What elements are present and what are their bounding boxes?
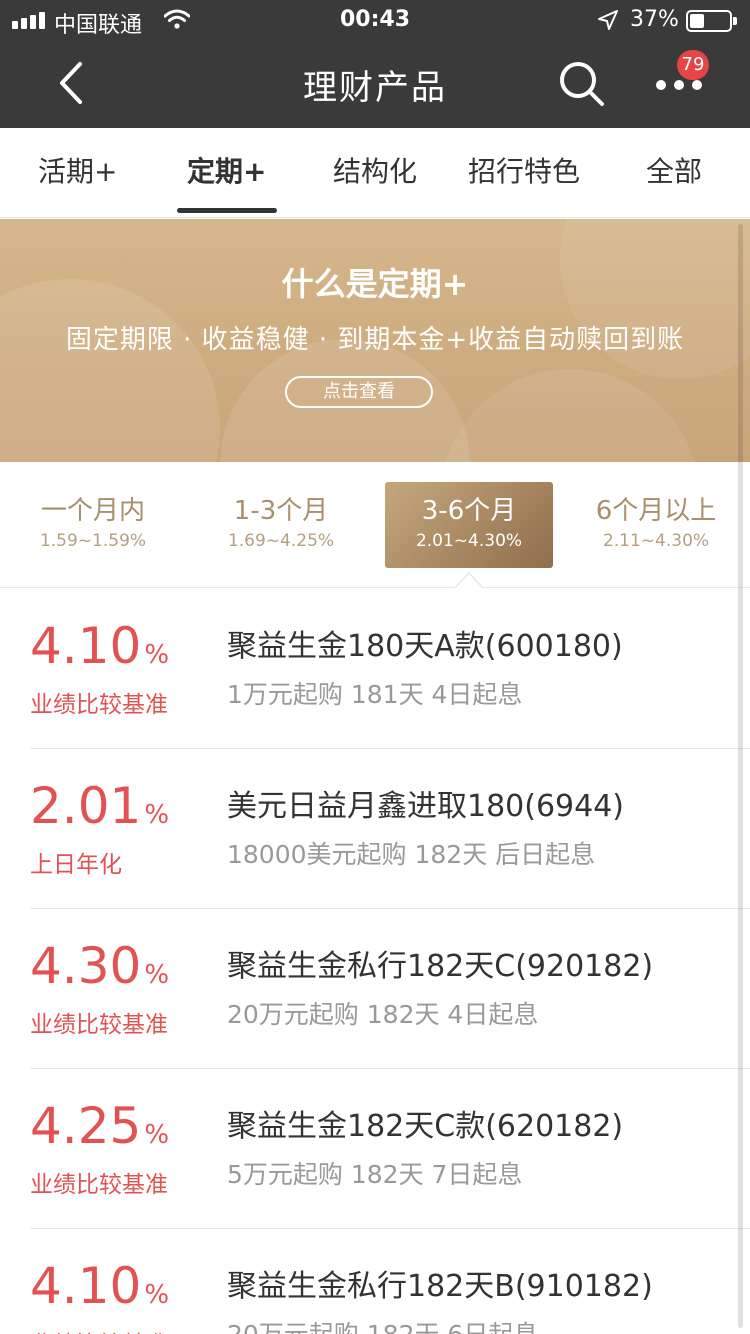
- term-filter: 一个月内 1.59~1.59% 1-3个月 1.69~4.25% 3-6个月 2…: [0, 462, 750, 588]
- battery-icon: [686, 10, 737, 32]
- tab-huoqi[interactable]: 活期+: [38, 150, 117, 190]
- list-item[interactable]: 4.10% 业绩比较基准 聚益生金私行182天B(910182) 20万元起购 …: [0, 1229, 750, 1334]
- rate-label: 业绩比较基准: [30, 1325, 168, 1334]
- product-meta: 20万元起购 182天 4日起息: [227, 1000, 539, 1029]
- product-name: 聚益生金182天C款(620182): [227, 1109, 624, 1144]
- term-option-1-3-months[interactable]: 1-3个月 1.69~4.25%: [197, 482, 365, 568]
- scrollbar[interactable]: [738, 224, 743, 1328]
- category-tabs: 活期+ 定期+ 结构化 招行特色 全部: [0, 128, 750, 218]
- rate-label: 业绩比较基准: [30, 1012, 168, 1038]
- list-item[interactable]: 2.01% 上日年化 美元日益月鑫进取180(6944) 18000美元起购 1…: [0, 749, 750, 909]
- rate-label: 业绩比较基准: [30, 1172, 168, 1198]
- term-option-3-6-months[interactable]: 3-6个月 2.01~4.30%: [385, 482, 553, 568]
- tab-dingqi[interactable]: 定期+: [187, 150, 266, 190]
- term-option-within-1-month[interactable]: 一个月内 1.59~1.59%: [9, 482, 177, 568]
- battery-percent: 37%: [630, 7, 679, 32]
- term-rate-range: 1.69~4.25%: [227, 531, 335, 551]
- status-bar: 中国联通 00:43 37%: [0, 0, 750, 40]
- yield-rate: 4.25%: [30, 1097, 170, 1155]
- term-option-over-6-months[interactable]: 6个月以上 2.11~4.30%: [572, 482, 740, 568]
- list-item[interactable]: 4.25% 业绩比较基准 聚益生金182天C款(620182) 5万元起购 18…: [0, 1069, 750, 1229]
- tab-cmb-featured[interactable]: 招行特色: [468, 150, 580, 190]
- banner-title: 什么是定期+: [281, 265, 469, 303]
- promo-banner[interactable]: 什么是定期+ 固定期限 · 收益稳健 · 到期本金+收益自动赎回到账 点击查看: [0, 219, 750, 462]
- page-title: 理财产品: [303, 68, 447, 108]
- term-label: 1-3个月: [233, 496, 329, 526]
- rate-label: 上日年化: [30, 852, 122, 878]
- term-label: 一个月内: [40, 496, 145, 526]
- product-name: 聚益生金私行182天C(920182): [227, 949, 654, 984]
- product-meta: 5万元起购 182天 7日起息: [227, 1160, 523, 1189]
- product-meta: 18000美元起购 182天 后日起息: [227, 840, 596, 869]
- list-item[interactable]: 4.30% 业绩比较基准 聚益生金私行182天C(920182) 20万元起购 …: [0, 909, 750, 1069]
- active-tab-indicator: [177, 208, 277, 213]
- more-dots-icon: [656, 80, 702, 90]
- term-label: 6个月以上: [595, 496, 717, 526]
- term-rate-range: 2.01~4.30%: [415, 531, 523, 551]
- active-term-pointer: [454, 572, 484, 589]
- notification-badge: 79: [677, 50, 709, 80]
- term-rate-range: 2.11~4.30%: [602, 531, 710, 551]
- banner-subtitle: 固定期限 · 收益稳健 · 到期本金+收益自动赎回到账: [65, 325, 685, 355]
- product-list: 4.10% 业绩比较基准 聚益生金180天A款(600180) 1万元起购 18…: [0, 589, 750, 1334]
- term-rate-range: 1.59~1.59%: [39, 531, 147, 551]
- product-name: 聚益生金180天A款(600180): [227, 629, 623, 664]
- yield-rate: 4.10%: [30, 617, 170, 675]
- yield-rate: 2.01%: [30, 777, 170, 835]
- term-label: 3-6个月: [421, 496, 517, 526]
- banner-view-button[interactable]: 点击查看: [285, 376, 433, 408]
- product-meta: 1万元起购 181天 4日起息: [227, 680, 523, 709]
- location-arrow-icon: [598, 10, 618, 30]
- rate-label: 业绩比较基准: [30, 692, 168, 718]
- tab-all[interactable]: 全部: [646, 150, 702, 190]
- yield-rate: 4.30%: [30, 937, 170, 995]
- tab-structured[interactable]: 结构化: [333, 150, 417, 190]
- search-icon[interactable]: [556, 58, 608, 110]
- top-bar: 中国联通 00:43 37% 理财产品 79: [0, 0, 750, 128]
- list-item[interactable]: 4.10% 业绩比较基准 聚益生金180天A款(600180) 1万元起购 18…: [0, 589, 750, 749]
- product-meta: 20万元起购 182天 6日起息: [227, 1315, 538, 1334]
- product-name: 美元日益月鑫进取180(6944): [227, 789, 625, 824]
- product-name: 聚益生金私行182天B(910182): [227, 1269, 653, 1304]
- yield-rate: 4.10%: [30, 1257, 170, 1315]
